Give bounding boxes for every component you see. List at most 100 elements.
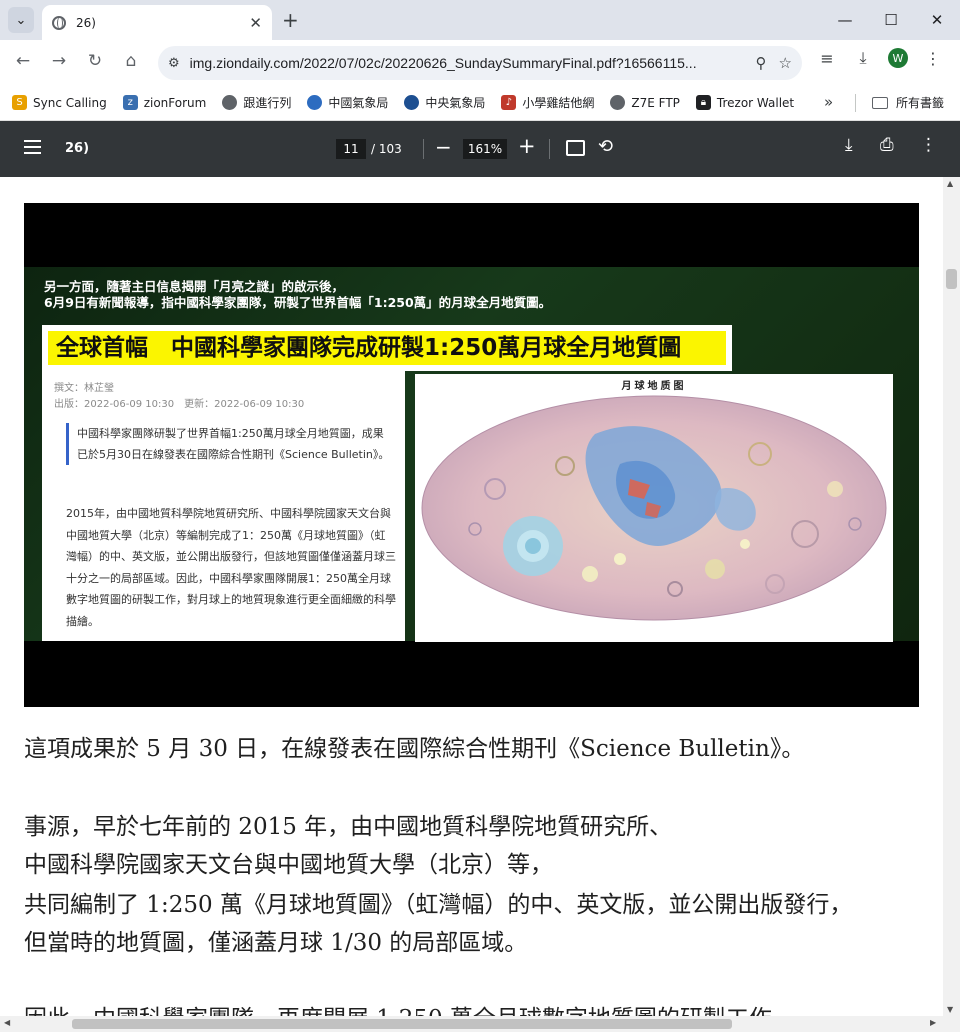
bookmarks-divider — [855, 94, 856, 112]
home-icon[interactable]: ⌂ — [120, 51, 142, 71]
headline-text: 全球首幅 中國科學家團隊完成研製1:250萬月球全月地質圖 — [48, 331, 726, 365]
page-total: / 103 — [371, 142, 402, 156]
sync-calling-icon: S — [12, 95, 27, 110]
page-number-input[interactable] — [336, 139, 366, 159]
forum-icon: z — [122, 95, 138, 110]
lock-icon: 🔒︎ — [695, 95, 711, 110]
article-paragraph: 2015年，由中國地質科學院地質研究所、中國科學院國家天文台與中國地質大學（北京… — [66, 507, 396, 628]
tab-strip: ⌄ 26) ✕ + — ☐ ✕ — [0, 0, 960, 40]
pdf-menu-hamburger-icon[interactable] — [24, 140, 41, 154]
scroll-left-arrow-icon[interactable]: ◀ — [4, 1018, 10, 1027]
rotate-counterclockwise-icon[interactable]: ⟲ — [598, 136, 613, 157]
scroll-down-arrow-icon[interactable]: ▼ — [947, 1005, 953, 1014]
bookmark-star-icon[interactable]: ☆ — [779, 54, 792, 72]
pdf-toolbar-divider — [549, 139, 550, 159]
bookmark-label: Sync Calling — [33, 95, 107, 110]
cma-icon — [307, 95, 323, 110]
bookmark-trezor[interactable]: 🔒︎ Trezor Wallet — [695, 95, 795, 110]
bookmarks-bar: S Sync Calling z zionForum 跟進行列 中國氣象局 中央… — [0, 85, 960, 121]
article-quote: 中國科學家團隊研製了世界首幅1:250萬月球全月地質圖，成果已於5月30日在線發… — [66, 423, 391, 465]
article-meta: 撰文：林芷瑩 出版：2022-06-09 10:30 更新：2022-06-09… — [54, 381, 304, 413]
pdf-more-actions-kebab-icon[interactable]: ⋮ — [920, 135, 937, 155]
vertical-scroll-thumb[interactable] — [946, 269, 957, 289]
bookmark-label: Trezor Wallet — [716, 95, 795, 110]
meta-dates: 出版：2022-06-09 10:30 更新：2022-06-09 10:30 — [54, 399, 305, 410]
zoom-level-input[interactable] — [463, 139, 507, 159]
pdf-document-area: 另一方面，隨著主日信息揭開「月亮之謎」的啟示後， 6月9日有新聞報導，指中國科學… — [0, 177, 943, 1016]
moon-map-panel: 月球地质图 — [415, 374, 893, 642]
url-text[interactable]: img.ziondaily.com/2022/07/02c/20220626_S… — [190, 55, 744, 71]
bookmark-z7e-ftp[interactable]: Z7E FTP — [610, 95, 680, 110]
tab-search-chevron-down-icon[interactable]: ⌄ — [8, 7, 34, 33]
article-excerpt: 撰文：林芷瑩 出版：2022-06-09 10:30 更新：2022-06-09… — [42, 371, 405, 641]
zoom-magnifier-icon[interactable]: ⚲ — [756, 54, 767, 72]
bookmarks-overflow-chevron-icon[interactable]: » — [824, 93, 833, 111]
pdf-title: 26) — [65, 141, 90, 156]
slide-image: 另一方面，隨著主日信息揭開「月亮之謎」的啟示後， 6月9日有新聞報導，指中國科學… — [24, 203, 919, 707]
document-line: 這項成果於 5 月 30 日，在線發表在國際綜合性期刊《Science Bull… — [24, 736, 805, 762]
zoom-in-plus-icon[interactable]: + — [518, 134, 536, 158]
close-window-icon[interactable]: ✕ — [914, 0, 960, 40]
bookmark-follow-up[interactable]: 跟進行列 — [222, 94, 291, 111]
scroll-up-arrow-icon[interactable]: ▲ — [947, 179, 953, 188]
print-icon[interactable]: ⎙ — [880, 135, 894, 155]
globe-icon — [222, 95, 238, 110]
document-line: 因此，中國科學家團隊，再度開展 1:250 萬全月球數字地質圖的研製工作， — [24, 999, 795, 1016]
pdf-toolbar-divider — [423, 139, 424, 159]
bookmark-label: 中央氣象局 — [425, 96, 486, 110]
globe-icon — [52, 15, 66, 30]
bookmark-cwb[interactable]: 中央氣象局 — [404, 94, 485, 111]
intro-line: 6月9日有新聞報導，指中國科學家團隊，研製了世界首幅「1:250萬」的月球全月地… — [44, 295, 552, 310]
bookmark-label: zionForum — [143, 95, 207, 110]
guitar-icon: ♪ — [501, 95, 517, 110]
globe-icon — [610, 95, 626, 110]
vertical-scrollbar[interactable]: ▲ ▼ — [943, 177, 960, 1016]
document-line: 中國科學院國家天文台與中國地質大學（北京）等， — [24, 852, 553, 878]
bookmark-zionforum[interactable]: z zionForum — [122, 95, 207, 110]
new-tab-plus-icon[interactable]: + — [282, 8, 299, 32]
slide-intro-text: 另一方面，隨著主日信息揭開「月亮之謎」的啟示後， 6月9日有新聞報導，指中國科學… — [44, 279, 664, 311]
zoom-out-minus-icon[interactable]: − — [435, 135, 452, 159]
pdf-download-icon[interactable]: ⤓ — [845, 135, 853, 155]
media-queue-icon[interactable]: ≡ — [816, 49, 838, 68]
window-controls: — ☐ ✕ — [822, 0, 960, 40]
address-bar[interactable]: ⚙ img.ziondaily.com/2022/07/02c/20220626… — [158, 46, 802, 80]
fit-to-page-icon[interactable] — [566, 140, 585, 156]
horizontal-scroll-thumb[interactable] — [72, 1019, 732, 1029]
browser-toolbar: ← → ↻ ⌂ ⚙ img.ziondaily.com/2022/07/02c/… — [0, 40, 960, 85]
all-bookmarks-label: 所有書籤 — [896, 96, 945, 110]
tab-title: 26) — [76, 15, 96, 30]
minimize-icon[interactable]: — — [822, 0, 868, 40]
bookmark-guitar[interactable]: ♪ 小學雞結他網 — [501, 94, 594, 111]
bookmark-label: 跟進行列 — [243, 96, 292, 110]
browser-menu-kebab-icon[interactable]: ⋮ — [922, 49, 944, 68]
bookmark-label: 小學雞結他網 — [522, 96, 595, 110]
bookmark-label: Z7E FTP — [631, 95, 680, 110]
bookmark-label: 中國氣象局 — [328, 96, 389, 110]
pdf-toolbar: 26) / 103 − + ⟲ ⤓ ⎙ ⋮ — [0, 121, 960, 177]
tab-close-icon[interactable]: ✕ — [249, 14, 262, 32]
reload-icon[interactable]: ↻ — [84, 51, 106, 71]
download-icon[interactable]: ⤓ — [852, 48, 874, 68]
document-line: 共同編制了 1:250 萬《月球地質圖》（虹灣幅）的中、英文版，並公開出版發行， — [24, 892, 853, 918]
horizontal-scrollbar[interactable]: ◀ ▶ — [0, 1016, 960, 1032]
browser-tab[interactable]: 26) ✕ — [42, 5, 272, 40]
headline-box: 全球首幅 中國科學家團隊完成研製1:250萬月球全月地質圖 — [42, 325, 732, 371]
toolbar-right-actions: ≡ ⤓ W ⋮ — [816, 48, 944, 68]
bookmark-sync-calling[interactable]: S Sync Calling — [12, 95, 107, 110]
maximize-icon[interactable]: ☐ — [868, 0, 914, 40]
document-line: 事源，早於七年前的 2015 年，由中國地質科學院地質研究所、 — [24, 814, 673, 840]
profile-avatar[interactable]: W — [888, 48, 908, 68]
all-bookmarks-folder[interactable]: 所有書籤 — [872, 94, 944, 111]
back-arrow-icon[interactable]: ← — [12, 51, 34, 71]
cwb-icon — [404, 95, 420, 110]
site-info-tune-icon[interactable]: ⚙ — [168, 56, 180, 71]
folder-icon — [872, 96, 888, 109]
moon-map-title: 月球地质图 — [621, 381, 687, 392]
bookmark-cma[interactable]: 中國氣象局 — [307, 94, 388, 111]
scroll-right-arrow-icon[interactable]: ▶ — [930, 1018, 936, 1027]
document-line: 但當時的地質圖，僅涵蓋月球 1/30 的局部區域。 — [24, 930, 528, 956]
forward-arrow-icon[interactable]: → — [48, 51, 70, 71]
intro-line: 另一方面，隨著主日信息揭開「月亮之謎」的啟示後， — [44, 279, 345, 294]
meta-author: 撰文：林芷瑩 — [54, 383, 114, 394]
